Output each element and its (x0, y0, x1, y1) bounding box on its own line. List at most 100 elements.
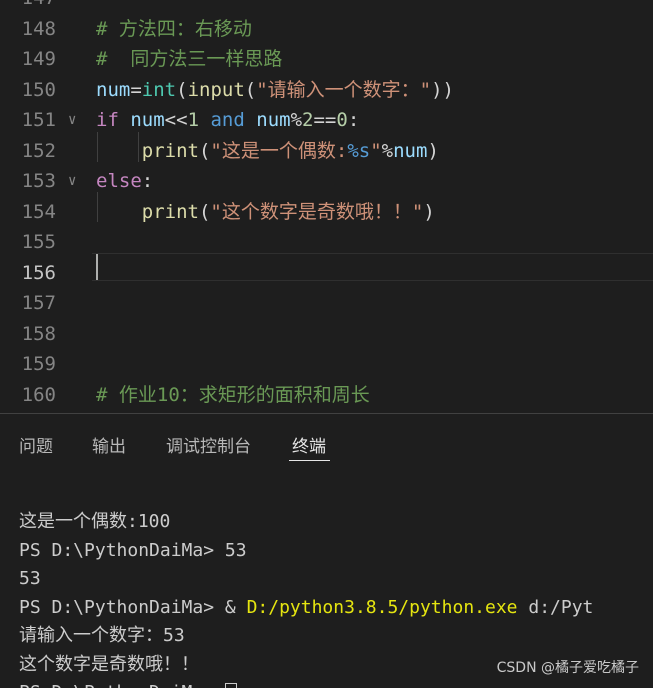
line-number: 147 (0, 0, 56, 13)
code-token: %s (347, 139, 371, 162)
active-tab-indicator (289, 460, 330, 461)
code-text: print("这个数字是奇数哦！！") (96, 197, 435, 227)
line-number: 148 (21, 17, 56, 40)
code-token: input (187, 78, 245, 101)
code-text: else: (96, 166, 153, 196)
code-token: 1 (187, 109, 200, 131)
code-token: " (370, 139, 382, 162)
code-token: "这是一个偶数: (210, 139, 348, 162)
code-token: "这个数字是奇数哦！！" (210, 200, 424, 223)
code-token: : (347, 109, 360, 131)
terminal-line: PS D:\PythonDaiMa> & D:/python3.8.5/pyth… (19, 594, 593, 622)
code-token: # 作业10：求矩形的面积和周长 (96, 383, 370, 406)
terminal-text: PS D:\PythonDaiMa> 53 (19, 539, 247, 561)
terminal-text: 这是一个偶数:100 (19, 511, 171, 532)
code-token: num (256, 109, 291, 131)
terminal-line: PS D:\PythonDaiMa> 53 (19, 537, 247, 565)
code-token: # 方法四：右移动 (96, 17, 252, 40)
line-number: 159 (21, 353, 56, 375)
line-number: 149 (21, 48, 56, 70)
code-line[interactable]: 156 (0, 258, 653, 288)
code-text: print("这是一个偶数:%s"%num) (96, 136, 439, 166)
line-number: 156 (21, 261, 56, 284)
code-token: 0 (336, 109, 348, 131)
code-line[interactable]: 151 ∨ if num<<1 and num%2==0: (0, 105, 653, 135)
code-line[interactable]: 160 # 作业10：求矩形的面积和周长 (0, 380, 653, 410)
code-line[interactable]: 155 (0, 227, 653, 257)
code-token: and (210, 109, 245, 131)
line-number: 158 (21, 322, 56, 345)
code-line[interactable]: 153 ∨ else: (0, 166, 653, 196)
code-line[interactable]: 149 # 同方法三一样思路 (0, 44, 653, 74)
code-token: ( (198, 139, 211, 162)
tab-problems[interactable]: 问题 (19, 432, 53, 457)
line-number: 154 (21, 200, 56, 223)
code-token: num (96, 78, 131, 101)
code-line[interactable]: 148 # 方法四：右移动 (0, 14, 653, 44)
code-token: num (393, 139, 428, 162)
line-number: 160 (21, 383, 56, 406)
code-token: ) (423, 200, 435, 223)
code-token: )) (431, 78, 454, 101)
code-line[interactable]: 147 (0, 0, 653, 13)
code-token: # 同方法三一样思路 (96, 48, 283, 70)
code-token: print (141, 139, 199, 162)
code-token: ( (198, 200, 211, 223)
code-line[interactable]: 158 (0, 319, 653, 349)
terminal-text: 请输入一个数字：53 (19, 625, 185, 646)
code-editor[interactable]: 147 148 # 方法四：右移动 149 # 同方法三一样思路 150 num=int(i… (0, 0, 653, 413)
code-line[interactable]: 159 (0, 349, 653, 379)
terminal-text: 这个数字是奇数哦！！ (19, 653, 199, 675)
line-number: 153 (21, 170, 56, 192)
code-token: print (141, 200, 199, 223)
terminal-text: d:/Pyt (517, 596, 594, 618)
code-line[interactable]: 157 (0, 288, 653, 318)
code-token: else (96, 170, 142, 192)
code-text: # 方法四：右移动 (96, 14, 252, 44)
tab-terminal[interactable]: 终端 (292, 432, 326, 457)
code-token: % (290, 109, 303, 131)
code-token: ( (244, 78, 257, 101)
terminal-cursor (224, 683, 237, 688)
code-token: << (164, 109, 188, 131)
code-token: num (130, 109, 165, 131)
code-text: # 作业10：求矩形的面积和周长 (96, 380, 370, 410)
terminal-text: PS D:\PythonDaiMa> & (19, 596, 247, 618)
code-line[interactable]: 154 print("这个数字是奇数哦！！") (0, 197, 653, 227)
terminal-line: 这个数字是奇数哦！！ (19, 651, 199, 679)
terminal-text: 53 (19, 568, 41, 589)
code-text: if num<<1 and num%2==0: (96, 105, 359, 135)
terminal-text: PS D:\PythonDaiMa> (19, 682, 225, 688)
terminal-line: 这是一个偶数:100 (19, 508, 170, 536)
line-number: 150 (21, 78, 56, 101)
code-token: == (313, 109, 337, 131)
panel-tabs: 问题 输出 调试控制台 终端 (0, 414, 653, 470)
code-text: # 同方法三一样思路 (96, 44, 282, 74)
code-text: num=int(input("请输入一个数字：")) (96, 75, 454, 105)
line-number: 157 (21, 292, 56, 314)
line-number: 152 (21, 139, 56, 162)
code-line[interactable]: 150 num=int(input("请输入一个数字：")) (0, 75, 653, 105)
line-number: 155 (21, 231, 56, 253)
terminal-line: 请输入一个数字：53 (19, 622, 185, 650)
fold-chevron-icon[interactable]: ∨ (68, 105, 76, 135)
tab-output[interactable]: 输出 (92, 432, 126, 457)
code-token: if (96, 109, 119, 131)
terminal-text: D:/python3.8.5/python.exe (246, 596, 518, 618)
line-number: 151 (21, 109, 56, 131)
terminal-line: 53 (19, 565, 41, 593)
watermark: CSDN @橘子爱吃橘子 (496, 660, 639, 676)
tab-debug-console[interactable]: 调试控制台 (166, 432, 251, 457)
code-token: = (130, 78, 142, 101)
code-token: ) (427, 139, 439, 162)
bottom-panel: 问题 输出 调试控制台 终端 这是一个偶数:100 PS D:\PythonDai… (0, 413, 653, 688)
code-line[interactable]: 152 print("这是一个偶数:%s"%num) (0, 136, 653, 166)
fold-chevron-icon[interactable]: ∨ (68, 166, 76, 196)
code-token: : (141, 170, 154, 192)
code-token: 2 (302, 109, 314, 131)
